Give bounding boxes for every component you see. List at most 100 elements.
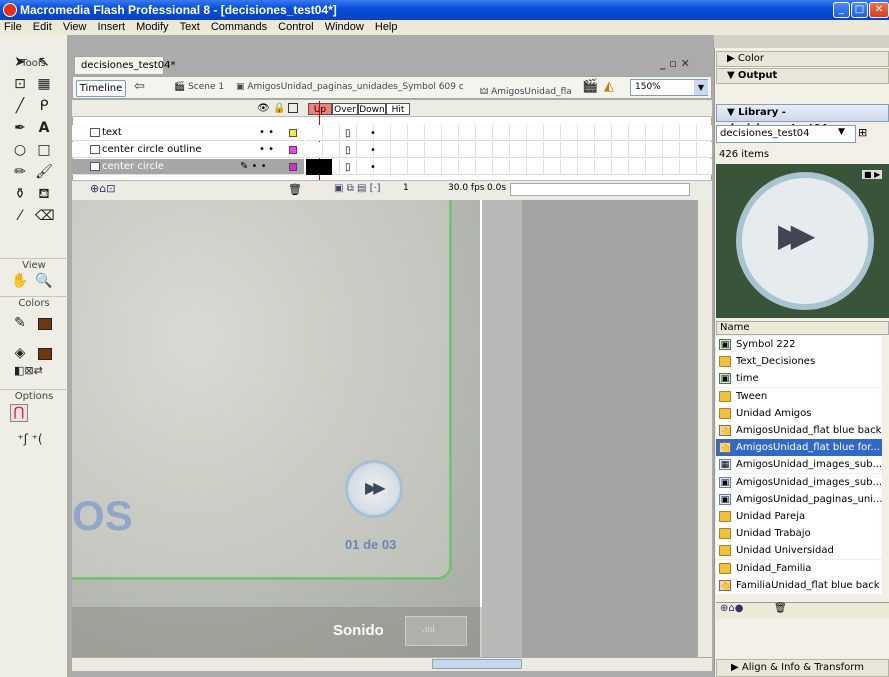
library-item[interactable]: 👆 FamiliaUnidad_flat blue back xyxy=(716,576,882,594)
breadcrumb-scene[interactable]: 🎬 Scene 1 xyxy=(174,82,224,92)
document-tab[interactable]: decisiones_test04* xyxy=(74,56,176,74)
rectangle-tool-icon[interactable]: □ xyxy=(35,141,53,159)
state-down[interactable]: Down xyxy=(358,103,386,115)
eraser-tool-icon[interactable]: ⌫ xyxy=(35,207,55,225)
keyframe-dot[interactable]: • xyxy=(370,145,376,156)
lock-icon[interactable]: 🔒 xyxy=(273,103,285,114)
keyframe-empty[interactable]: ▯ xyxy=(345,162,351,173)
library-item[interactable]: ▦ AmigosUnidad_images_sub... xyxy=(716,456,882,474)
show-hide-eye-icon[interactable]: 👁 xyxy=(257,103,270,114)
delete-layer-icon[interactable]: 🗑 xyxy=(288,183,302,196)
library-item[interactable]: Unidad Pareja xyxy=(716,508,882,525)
delete-item-icon[interactable]: 🗑 xyxy=(774,603,787,614)
document-window-controls[interactable]: _ ▫ ✕ xyxy=(660,57,690,70)
chevron-down-icon[interactable]: ▼ xyxy=(838,127,845,137)
menu-view[interactable]: View xyxy=(59,20,91,35)
library-document-select[interactable]: decisiones_test04 xyxy=(716,125,856,143)
fill-color-swatch[interactable] xyxy=(38,348,52,360)
library-panel-header[interactable]: ▼ Library - decisiones_test04 xyxy=(716,104,889,134)
lasso-tool-icon[interactable]: ᑭ xyxy=(35,97,53,115)
ink-bottle-tool-icon[interactable]: ⚱ xyxy=(11,185,29,203)
menu-file[interactable]: File xyxy=(0,20,26,35)
state-over[interactable]: Over xyxy=(332,103,358,115)
hscroll-thumb[interactable] xyxy=(432,659,522,669)
eyedropper-tool-icon[interactable]: ⁄ xyxy=(11,207,29,225)
default-colors-icon[interactable]: ◧⊠⇄ xyxy=(14,362,43,380)
library-item[interactable]: ▣ time xyxy=(716,370,882,388)
menu-modify[interactable]: Modify xyxy=(132,20,172,35)
keyframe-dot[interactable]: • xyxy=(370,128,376,139)
insert-layer-icon[interactable]: ⊕⌂⊡ xyxy=(90,182,115,195)
menu-help[interactable]: Help xyxy=(371,20,402,35)
chevron-down-icon[interactable]: ▼ xyxy=(694,80,708,95)
frame-row[interactable] xyxy=(306,125,712,141)
pin-icon[interactable]: ⊞ xyxy=(858,126,867,139)
back-arrow-icon[interactable]: ⇦ xyxy=(134,79,145,94)
pen-tool-icon[interactable]: ✒ xyxy=(11,119,29,137)
snap-to-objects-icon[interactable]: ⋂ xyxy=(10,404,28,422)
library-item[interactable]: Unidad Trabajo xyxy=(716,525,882,543)
fill-color-icon[interactable]: ◈ xyxy=(11,344,29,362)
library-item[interactable]: ▣ AmigosUnidad_paginas_uni... xyxy=(716,490,882,508)
library-item[interactable]: Tween xyxy=(716,387,882,405)
breadcrumb-button-symbol[interactable]: 🜲 AmigosUnidad_flat xyxy=(480,82,572,100)
stage-hscroll[interactable] xyxy=(72,657,712,671)
breadcrumb-symbol[interactable]: ▣ AmigosUnidad_paginas_unidades_Symbol 6… xyxy=(236,82,464,92)
keyframe-selected[interactable] xyxy=(306,159,332,175)
layer-row-selected[interactable]: center circle ✎ • • xyxy=(72,159,304,175)
keyframe-empty[interactable]: ▯ xyxy=(345,128,351,139)
state-up[interactable]: Up xyxy=(308,103,332,115)
free-transform-tool-icon[interactable]: ⊡ xyxy=(11,75,29,93)
stroke-color-swatch[interactable] xyxy=(38,318,52,330)
library-item[interactable]: ▣ AmigosUnidad_images_sub... xyxy=(716,473,882,491)
keyframe-empty[interactable]: ▯ xyxy=(345,145,351,156)
library-item[interactable]: Unidad Amigos xyxy=(716,404,882,422)
library-item[interactable]: 👆 AmigosUnidad_flat blue for... xyxy=(716,439,882,457)
text-tool-icon[interactable]: A xyxy=(35,119,53,137)
hand-tool-icon[interactable]: ✋ xyxy=(11,272,29,290)
volume-control[interactable] xyxy=(405,616,467,646)
brush-tool-icon[interactable]: 🖌 xyxy=(35,163,53,181)
timeline-toggle-button[interactable]: Timeline xyxy=(76,80,126,97)
menu-text[interactable]: Text xyxy=(176,20,204,35)
library-name-column[interactable]: Name xyxy=(716,321,889,335)
color-panel-header[interactable]: ▶ Color xyxy=(716,51,889,67)
menu-control[interactable]: Control xyxy=(274,20,317,35)
state-hit[interactable]: Hit xyxy=(386,103,410,115)
pencil-tool-icon[interactable]: ✏ xyxy=(11,163,29,181)
library-item[interactable]: Unidad Universidad xyxy=(716,542,882,560)
library-item[interactable]: 👆 AmigosUnidad_flat blue back xyxy=(716,422,882,439)
preview-play-controls[interactable]: ■ ▶ xyxy=(862,170,883,179)
timeline-hscroll[interactable] xyxy=(510,183,690,196)
edit-scene-icon[interactable]: 🎬 xyxy=(582,79,598,94)
paint-bucket-tool-icon[interactable]: ⛾ xyxy=(35,185,53,203)
menu-window[interactable]: Window xyxy=(321,20,368,35)
frame-row[interactable] xyxy=(306,142,712,158)
stage-vscroll[interactable] xyxy=(697,200,712,657)
library-item[interactable]: Unidad_Familia xyxy=(716,559,882,577)
selection-tool-icon[interactable]: ➤ xyxy=(11,53,29,71)
library-item[interactable]: ▣ Symbol 222 xyxy=(716,336,882,353)
zoom-tool-icon[interactable]: 🔍 xyxy=(35,272,53,290)
edit-symbol-icon[interactable]: ◭ xyxy=(604,79,614,94)
menu-insert[interactable]: Insert xyxy=(94,20,130,35)
layer-row[interactable]: text • • xyxy=(72,125,304,141)
menu-edit[interactable]: Edit xyxy=(29,20,56,35)
line-tool-icon[interactable]: ╱ xyxy=(11,97,29,115)
menu-commands[interactable]: Commands xyxy=(207,20,271,35)
onion-skin-icon[interactable]: ▣ ⧉ ▤ [·] xyxy=(334,183,381,194)
oval-tool-icon[interactable]: ○ xyxy=(11,141,29,159)
new-symbol-icon[interactable]: ⊕⌂● xyxy=(720,603,743,614)
outline-icon[interactable] xyxy=(288,103,298,113)
maximize-button[interactable]: □ xyxy=(851,2,868,18)
smooth-straighten-icon[interactable]: ⁺ʃ ⁺( xyxy=(10,430,50,448)
gradient-transform-tool-icon[interactable]: ▦ xyxy=(35,75,53,93)
layer-row[interactable]: center circle outline • • xyxy=(72,142,304,158)
frame-row[interactable] xyxy=(306,159,712,175)
keyframe-dot[interactable]: • xyxy=(370,162,376,173)
minimize-button[interactable]: _ xyxy=(833,2,850,18)
stroke-color-icon[interactable]: ✎ xyxy=(11,314,29,332)
align-info-transform-header[interactable]: ▶ Align & Info & Transform xyxy=(716,659,889,677)
close-button[interactable]: ✕ xyxy=(869,2,889,18)
subselection-tool-icon[interactable]: ↖ xyxy=(35,53,53,71)
